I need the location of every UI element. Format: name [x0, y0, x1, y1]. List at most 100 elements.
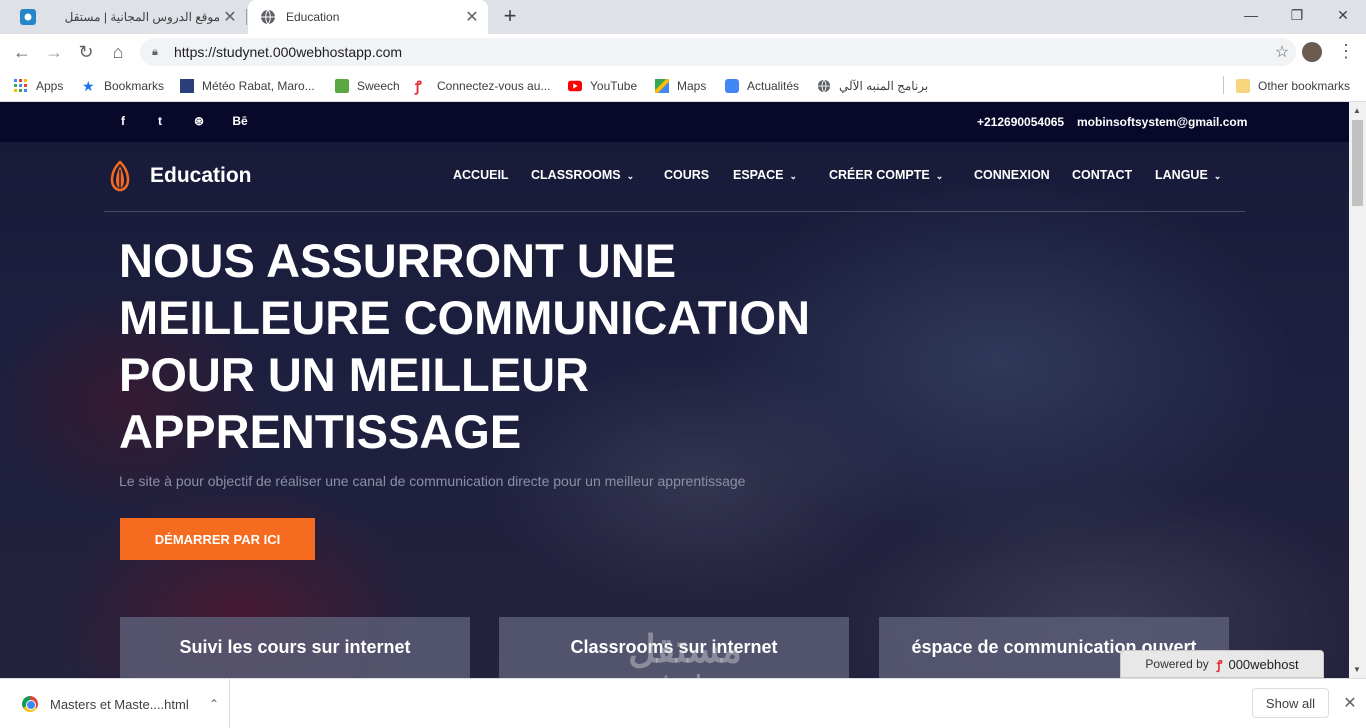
download-item[interactable]: Masters et Maste....html ⌃	[0, 679, 230, 728]
twitter-icon[interactable]: t	[152, 114, 168, 128]
bookmark-label: Sweech	[357, 79, 400, 93]
tab-title: موقع الدروس المجانية | مستقل	[64, 10, 220, 24]
mostaql-favicon-icon	[20, 9, 36, 25]
scroll-down-icon[interactable]: ▼	[1353, 665, 1361, 674]
bookmark-label: Météo Rabat, Maro...	[202, 79, 315, 93]
bookmark-label: Maps	[677, 79, 707, 93]
page-scrollbar[interactable]: ▲ ▼	[1349, 102, 1366, 678]
nav-divider	[104, 211, 1245, 212]
bookmark-connectez[interactable]: ꝭ Connectez-vous au...	[415, 76, 550, 96]
globe-icon	[817, 79, 831, 93]
nav-contact[interactable]: CONTACT	[1072, 168, 1132, 182]
dribbble-icon[interactable]: ⊛	[191, 114, 207, 128]
bookmark-label: برنامج المنبه الآلي	[839, 79, 929, 93]
nav-accueil[interactable]: ACCUEIL	[453, 168, 509, 182]
site-logo[interactable]: Education	[104, 160, 252, 192]
new-tab-button[interactable]: +	[498, 4, 522, 30]
star-icon: ★	[82, 78, 95, 94]
tab-separator	[246, 9, 247, 25]
bookmark-maps[interactable]: Maps	[655, 76, 706, 96]
lock-icon[interactable]: 🔒︎	[152, 46, 164, 59]
minimize-icon[interactable]: —	[1228, 0, 1274, 30]
nav-espace[interactable]: ESPACE ⌄	[733, 168, 797, 182]
tab-education[interactable]: Education ✕	[248, 0, 488, 34]
profile-avatar[interactable]	[1302, 42, 1322, 62]
nav-creer-compte[interactable]: CRÉER COMPTE ⌄	[829, 168, 943, 182]
sweech-icon	[335, 79, 349, 93]
nav-label: ESPACE	[733, 168, 784, 182]
scrollbar-thumb[interactable]	[1352, 120, 1363, 206]
window-controls: — ❐ ✕	[1228, 0, 1366, 30]
bookmark-youtube[interactable]: YouTube	[568, 76, 637, 96]
tab-close-icon[interactable]: ✕	[220, 7, 240, 27]
bookmark-apps[interactable]: Apps	[14, 76, 63, 96]
bookmark-bookmarks[interactable]: ★ Bookmarks	[82, 76, 164, 96]
forward-icon[interactable]: →	[40, 38, 68, 66]
chevron-down-icon: ⌄	[935, 171, 944, 181]
tab-strip: موقع الدروس المجانية | مستقل ✕ Education…	[0, 0, 1366, 34]
nav-label: ACCUEIL	[453, 168, 509, 182]
bookmark-label: Connectez-vous au...	[437, 79, 551, 93]
bookmark-meteo[interactable]: Météo Rabat, Maro...	[180, 76, 315, 96]
contact-email[interactable]: mobinsoftsystem@gmail.com	[1077, 115, 1247, 129]
home-icon[interactable]: ⌂	[104, 38, 132, 66]
tab-title: Education	[286, 10, 340, 24]
tab-mostaql[interactable]: موقع الدروس المجانية | مستقل ✕	[8, 0, 246, 34]
watermark-arabic: مستقل	[628, 629, 742, 671]
url-text[interactable]: https://studynet.000webhostapp.com	[174, 44, 1268, 60]
news-icon	[725, 79, 739, 93]
bookmark-actualites[interactable]: Actualités	[725, 76, 799, 96]
globe-favicon-icon	[261, 9, 275, 25]
start-here-button[interactable]: DÉMARRER PAR ICI	[120, 518, 315, 560]
nav-label: LANGUE	[1155, 168, 1208, 182]
chevron-down-icon: ⌄	[789, 171, 798, 181]
bookmark-alarm[interactable]: برنامج المنبه الآلي	[817, 76, 928, 96]
watermark-latin: mostaql.com	[600, 670, 770, 678]
bookmark-label: Actualités	[747, 79, 800, 93]
feature-title: Suivi les cours sur internet	[179, 637, 411, 657]
downloads-close-icon[interactable]: ✕	[1340, 693, 1360, 713]
flame-logo-icon	[110, 160, 130, 192]
powered-by-badge[interactable]: Powered by ꝭ 000webhost	[1120, 650, 1324, 678]
back-icon[interactable]: ←	[8, 38, 36, 66]
bookmark-star-icon[interactable]: ☆	[1268, 42, 1296, 62]
address-bar[interactable]: 🔒︎ https://studynet.000webhostapp.com ☆	[140, 38, 1296, 66]
chrome-menu-icon[interactable]: ⋮	[1334, 40, 1358, 64]
show-all-button[interactable]: Show all	[1252, 688, 1329, 718]
nav-langue[interactable]: LANGUE ⌄	[1155, 168, 1221, 182]
nav-label: CLASSROOMS	[531, 168, 621, 182]
powered-by-brand: 000webhost	[1228, 656, 1299, 672]
behance-icon[interactable]: Bē	[230, 114, 250, 128]
tab-close-icon[interactable]: ✕	[462, 7, 482, 27]
feature-card-courses[interactable]: Suivi les cours sur internet	[120, 617, 470, 678]
contact-phone[interactable]: +212690054065	[977, 115, 1064, 129]
nav-cours[interactable]: COURS	[664, 168, 709, 182]
scroll-up-icon[interactable]: ▲	[1353, 106, 1361, 115]
site-topbar: f t ⊛ Bē +212690054065 mobinsoftsystem@g…	[0, 102, 1349, 142]
folder-icon	[1236, 79, 1250, 93]
nav-label: CRÉER COMPTE	[829, 168, 930, 182]
hero-subtitle: Le site à pour objectif de réaliser une …	[119, 473, 746, 489]
window-close-icon[interactable]: ✕	[1320, 0, 1366, 30]
restore-icon[interactable]: ❐	[1274, 0, 1320, 30]
nav-classrooms[interactable]: CLASSROOMS ⌄	[531, 168, 634, 182]
nav-label: CONTACT	[1072, 168, 1133, 182]
downloads-bar: Masters et Maste....html ⌃ Show all ✕	[0, 678, 1366, 728]
bookmark-label: YouTube	[590, 79, 638, 93]
maps-icon	[655, 79, 669, 93]
bookmark-other[interactable]: Other bookmarks	[1236, 76, 1350, 96]
bookmark-label: Apps	[36, 79, 64, 93]
facebook-icon[interactable]: f	[115, 114, 131, 128]
chevron-down-icon: ⌄	[626, 171, 635, 181]
bookmark-sweech[interactable]: Sweech	[335, 76, 400, 96]
reload-icon[interactable]: ↻	[72, 38, 100, 66]
hero-headline: NOUS ASSURRONT UNE MEILLEURE COMMUNICATI…	[119, 234, 811, 458]
bookmark-label: Other bookmarks	[1258, 79, 1351, 93]
chevron-down-icon: ⌄	[1213, 171, 1222, 181]
nav-label: COURS	[664, 168, 710, 182]
youtube-icon	[568, 80, 582, 92]
page-viewport: f t ⊛ Bē +212690054065 mobinsoftsystem@g…	[0, 102, 1349, 678]
nav-connexion[interactable]: CONNEXION	[974, 168, 1050, 182]
chevron-up-icon[interactable]: ⌃	[199, 697, 229, 711]
logo-text: Education	[150, 164, 252, 187]
